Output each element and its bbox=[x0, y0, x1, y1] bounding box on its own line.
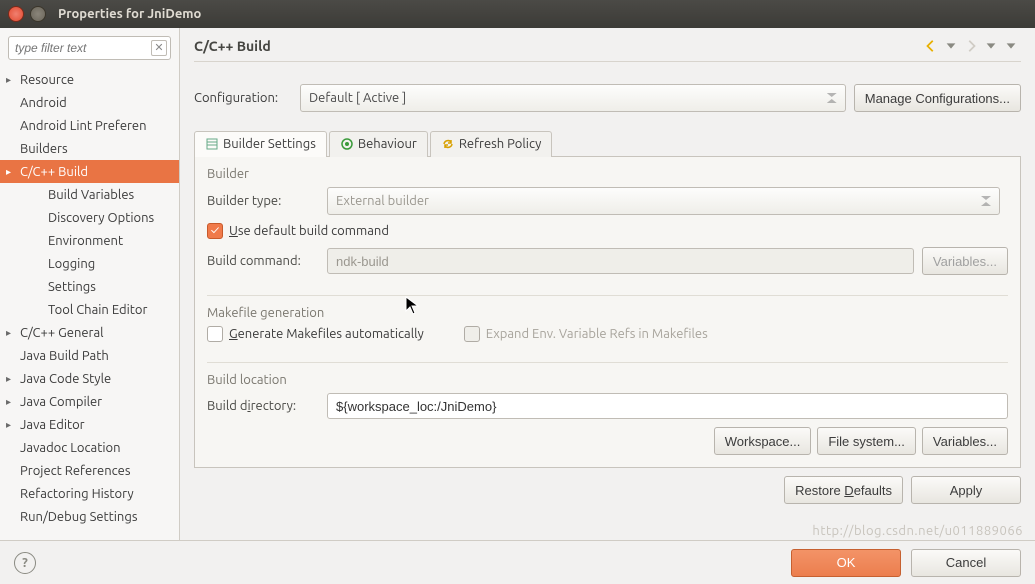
tree-item[interactable]: Refactoring History bbox=[0, 482, 179, 505]
use-default-build-command-label: Use default build command bbox=[229, 224, 389, 238]
restore-defaults-button[interactable]: Restore Defaults bbox=[784, 476, 903, 504]
generate-makefiles-label: Generate Makefiles automatically bbox=[229, 327, 424, 341]
makefile-group-title: Makefile generation bbox=[207, 306, 1008, 320]
builder-settings-icon bbox=[205, 137, 219, 151]
tree-item-label: Refactoring History bbox=[20, 487, 134, 501]
tree-item[interactable]: Settings bbox=[0, 275, 179, 298]
category-tree: ▸ResourceAndroidAndroid Lint PreferenBui… bbox=[0, 68, 179, 540]
tree-item-label: Builders bbox=[20, 142, 68, 156]
tree-item-label: Project References bbox=[20, 464, 130, 478]
behaviour-icon bbox=[340, 137, 354, 151]
manage-configurations-button[interactable]: Manage Configurations... bbox=[854, 84, 1021, 112]
tree-item-label: Build Variables bbox=[48, 188, 134, 202]
tree-item[interactable]: ▸C/C++ General bbox=[0, 321, 179, 344]
sidebar: ✕ ▸ResourceAndroidAndroid Lint PreferenB… bbox=[0, 28, 180, 540]
filter-input[interactable] bbox=[8, 36, 171, 60]
build-command-label: Build command: bbox=[207, 254, 327, 268]
tree-item[interactable]: ▸Java Editor bbox=[0, 413, 179, 436]
filesystem-button[interactable]: File system... bbox=[817, 427, 916, 455]
dropdown-back-icon[interactable] bbox=[944, 39, 958, 53]
tree-item[interactable]: Android bbox=[0, 91, 179, 114]
expand-arrow-icon: ▸ bbox=[6, 419, 20, 431]
generate-makefiles-checkbox[interactable] bbox=[207, 326, 223, 342]
tree-item-label: Java Editor bbox=[20, 418, 85, 432]
builder-group-title: Builder bbox=[207, 167, 1008, 181]
tree-item-label: Android Lint Preferen bbox=[20, 119, 147, 133]
tab-behaviour[interactable]: Behaviour bbox=[329, 131, 428, 157]
page-title: C/C++ Build bbox=[194, 38, 921, 54]
tree-item[interactable]: Logging bbox=[0, 252, 179, 275]
configuration-label: Configuration: bbox=[194, 91, 300, 105]
build-directory-input[interactable] bbox=[327, 393, 1008, 419]
tree-item-label: C/C++ Build bbox=[20, 165, 88, 179]
use-default-build-command-checkbox[interactable] bbox=[207, 223, 223, 239]
build-directory-label: Build directory: bbox=[207, 399, 327, 413]
tabs: Builder Settings Behaviour Refresh Polic… bbox=[194, 130, 1021, 157]
tree-item-label: C/C++ General bbox=[20, 326, 104, 340]
tree-item[interactable]: Builders bbox=[0, 137, 179, 160]
tree-item[interactable]: ▸Java Compiler bbox=[0, 390, 179, 413]
build-command-variables-button: Variables... bbox=[922, 247, 1008, 275]
refresh-icon bbox=[441, 137, 455, 151]
tree-item-label: Java Build Path bbox=[20, 349, 109, 363]
tree-item[interactable]: Javadoc Location bbox=[0, 436, 179, 459]
filter-clear-icon[interactable]: ✕ bbox=[151, 40, 167, 56]
tree-item-label: Discovery Options bbox=[48, 211, 154, 225]
tree-item-label: Environment bbox=[48, 234, 123, 248]
tree-item[interactable]: Build Variables bbox=[0, 183, 179, 206]
expand-env-label: Expand Env. Variable Refs in Makefiles bbox=[486, 327, 708, 341]
menu-icon[interactable] bbox=[1004, 39, 1018, 53]
expand-arrow-icon: ▸ bbox=[6, 373, 20, 385]
tree-item-label: Java Compiler bbox=[20, 395, 102, 409]
tree-item-label: Javadoc Location bbox=[20, 441, 121, 455]
workspace-button[interactable]: Workspace... bbox=[714, 427, 812, 455]
tree-item[interactable]: Tool Chain Editor bbox=[0, 298, 179, 321]
tree-item[interactable]: ▸Resource bbox=[0, 68, 179, 91]
window-minimize-button[interactable] bbox=[30, 6, 46, 22]
builder-settings-panel: Builder Builder type: External builder U… bbox=[194, 157, 1021, 468]
tree-item[interactable]: ▸Java Code Style bbox=[0, 367, 179, 390]
tree-item[interactable]: Discovery Options bbox=[0, 206, 179, 229]
tree-item-label: Resource bbox=[20, 73, 74, 87]
nav-back-icon[interactable] bbox=[924, 39, 938, 53]
cancel-button[interactable]: Cancel bbox=[911, 549, 1021, 577]
tree-item-label: Logging bbox=[48, 257, 95, 271]
watermark-text: http://blog.csdn.net/u011889066 bbox=[812, 524, 1023, 538]
expand-arrow-icon: ▸ bbox=[6, 327, 20, 339]
expand-arrow-icon: ▸ bbox=[6, 74, 20, 86]
expand-env-checkbox bbox=[464, 326, 480, 342]
window-title: Properties for JniDemo bbox=[58, 7, 201, 21]
dropdown-forward-icon[interactable] bbox=[984, 39, 998, 53]
tree-item-label: Java Code Style bbox=[20, 372, 111, 386]
titlebar: Properties for JniDemo bbox=[0, 0, 1035, 28]
nav-forward-icon[interactable] bbox=[964, 39, 978, 53]
tree-item[interactable]: Project References bbox=[0, 459, 179, 482]
tree-item-label: Settings bbox=[48, 280, 96, 294]
tree-item-label: Android bbox=[20, 96, 67, 110]
tree-item[interactable]: Environment bbox=[0, 229, 179, 252]
help-icon[interactable]: ? bbox=[14, 552, 36, 574]
tab-builder-settings[interactable]: Builder Settings bbox=[194, 131, 327, 157]
ok-button[interactable]: OK bbox=[791, 549, 901, 577]
tree-item[interactable]: Android Lint Preferen bbox=[0, 114, 179, 137]
tab-refresh-policy[interactable]: Refresh Policy bbox=[430, 131, 553, 157]
window-close-button[interactable] bbox=[8, 6, 24, 22]
tree-item[interactable]: Run/Debug Settings bbox=[0, 505, 179, 528]
tree-item-label: Run/Debug Settings bbox=[20, 510, 137, 524]
expand-arrow-icon: ▸ bbox=[6, 396, 20, 408]
builder-type-label: Builder type: bbox=[207, 194, 327, 208]
build-location-variables-button[interactable]: Variables... bbox=[922, 427, 1008, 455]
bottom-bar: ? OK Cancel bbox=[0, 540, 1035, 584]
builder-type-combo: External builder bbox=[327, 187, 1000, 215]
build-location-group-title: Build location bbox=[207, 373, 1008, 387]
apply-button[interactable]: Apply bbox=[911, 476, 1021, 504]
configuration-combo[interactable]: Default [ Active ] bbox=[300, 84, 846, 112]
expand-arrow-icon: ▸ bbox=[6, 166, 20, 178]
tree-item-label: Tool Chain Editor bbox=[48, 303, 147, 317]
tree-item[interactable]: Java Build Path bbox=[0, 344, 179, 367]
build-command-input bbox=[327, 248, 914, 274]
tree-item[interactable]: ▸C/C++ Build bbox=[0, 160, 179, 183]
